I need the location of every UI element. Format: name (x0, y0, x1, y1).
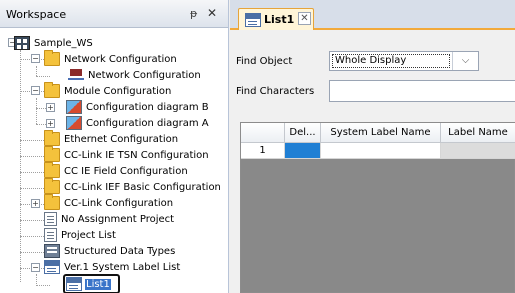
tree-line (36, 98, 37, 124)
collapse-icon[interactable]: − (31, 54, 40, 63)
collapse-icon[interactable]: − (31, 86, 40, 95)
tree-item-project-list[interactable]: Project List (44, 227, 117, 243)
label-list-icon (245, 12, 261, 27)
row-number: 1 (241, 143, 285, 159)
folder-icon (44, 82, 60, 98)
tree-item-cc-link-ie-tsn[interactable]: CC-Link IE TSN Configuration (44, 146, 210, 163)
tree-item-ethernet-configuration[interactable]: Ethernet Configuration (44, 130, 179, 147)
tree-line (20, 156, 44, 157)
tree-item-network-configuration-folder[interactable]: Network Configuration (44, 50, 178, 67)
document-area: List1 ✕ Find Object Whole Display ⌵ Find… (230, 0, 515, 293)
workspace-pane: Workspace ᵽ ✕ − − − + + + − Sample_WS Ne… (0, 0, 229, 293)
tab-strip: List1 ✕ (230, 0, 515, 30)
workspace-title: Workspace (6, 8, 67, 21)
grid-cell-delete-selected[interactable] (285, 143, 321, 159)
tree-item-module-configuration[interactable]: Module Configuration (44, 82, 172, 99)
grid-cell-system-label-name[interactable] (321, 143, 441, 159)
pin-icon[interactable]: ᵽ (190, 7, 197, 20)
expand-icon[interactable]: + (46, 119, 55, 128)
tree-line (20, 252, 44, 253)
folder-icon (44, 178, 60, 194)
grid-cell-label-name[interactable] (441, 143, 515, 159)
column-header-label-name[interactable]: Label Name (441, 123, 515, 143)
find-characters-input[interactable] (329, 80, 515, 102)
find-object-label: Find Object (236, 55, 293, 67)
tree-item-cc-ie-field[interactable]: CC IE Field Configuration (44, 162, 189, 179)
expand-icon[interactable]: + (46, 103, 55, 112)
tree-line (36, 285, 50, 286)
tab-close-icon[interactable]: ✕ (298, 12, 311, 25)
column-header-system-label-name[interactable]: System Label Name (321, 123, 441, 143)
folder-icon (44, 130, 60, 146)
folder-icon (44, 162, 60, 178)
chevron-down-icon[interactable]: ⌵ (452, 52, 478, 70)
tree-item-system-label-list[interactable]: Ver.1 System Label List (44, 259, 181, 275)
workspace-icon (14, 36, 30, 50)
workspace-header: Workspace ᵽ ✕ (0, 0, 228, 28)
find-characters-label: Find Characters (236, 85, 315, 97)
tree-line (20, 220, 44, 221)
tree-item-configuration-diagram-a[interactable]: Configuration diagram A (66, 115, 210, 131)
find-characters-row: Find Characters (230, 80, 515, 102)
tree-item-configuration-diagram-b[interactable]: Configuration diagram B (66, 99, 210, 115)
label-list-icon (66, 277, 82, 291)
close-icon[interactable]: ✕ (207, 6, 217, 20)
document-icon (44, 212, 57, 226)
diagram-icon (66, 100, 82, 114)
find-object-dropdown[interactable]: Whole Display ⌵ (329, 51, 479, 71)
tree-line (36, 76, 50, 77)
tree-line (20, 140, 44, 141)
tree-item-structured-data-types[interactable]: Structured Data Types (44, 243, 176, 259)
tree-line (20, 50, 21, 282)
tree-line (20, 236, 44, 237)
find-object-row: Find Object Whole Display ⌵ (230, 50, 515, 72)
tree-item-no-assignment-project[interactable]: No Assignment Project (44, 211, 175, 227)
diagram-icon (66, 116, 82, 130)
list-document-icon (44, 228, 57, 242)
row-header-corner (241, 123, 285, 143)
network-icon (68, 68, 84, 82)
tree-item-list1[interactable]: List1 (66, 276, 111, 292)
label-grid: Del... System Label Name Label Name 1 (240, 122, 515, 293)
data-types-icon (44, 244, 60, 258)
folder-icon (44, 146, 60, 162)
label-list-icon (44, 260, 60, 274)
tab-list1[interactable]: List1 ✕ (238, 8, 314, 30)
column-header-delete[interactable]: Del... (285, 123, 321, 143)
tree-item-network-configuration[interactable]: Network Configuration (68, 67, 202, 83)
tree-item-sample-ws[interactable]: Sample_WS (14, 35, 94, 51)
collapse-icon[interactable]: − (31, 263, 40, 272)
project-tree: − − − + + + − Sample_WS Network Configur… (0, 34, 229, 293)
tree-item-cc-link-configuration[interactable]: CC-Link Configuration (44, 194, 174, 211)
folder-icon (44, 194, 60, 210)
tree-item-cc-link-ief-basic[interactable]: CC-Link IEF Basic Configuration (44, 178, 222, 195)
find-object-value: Whole Display (332, 54, 450, 68)
expand-icon[interactable]: + (31, 199, 40, 208)
folder-icon (44, 50, 60, 66)
tree-line (36, 66, 37, 76)
tree-line (20, 172, 44, 173)
tree-line (20, 188, 44, 189)
